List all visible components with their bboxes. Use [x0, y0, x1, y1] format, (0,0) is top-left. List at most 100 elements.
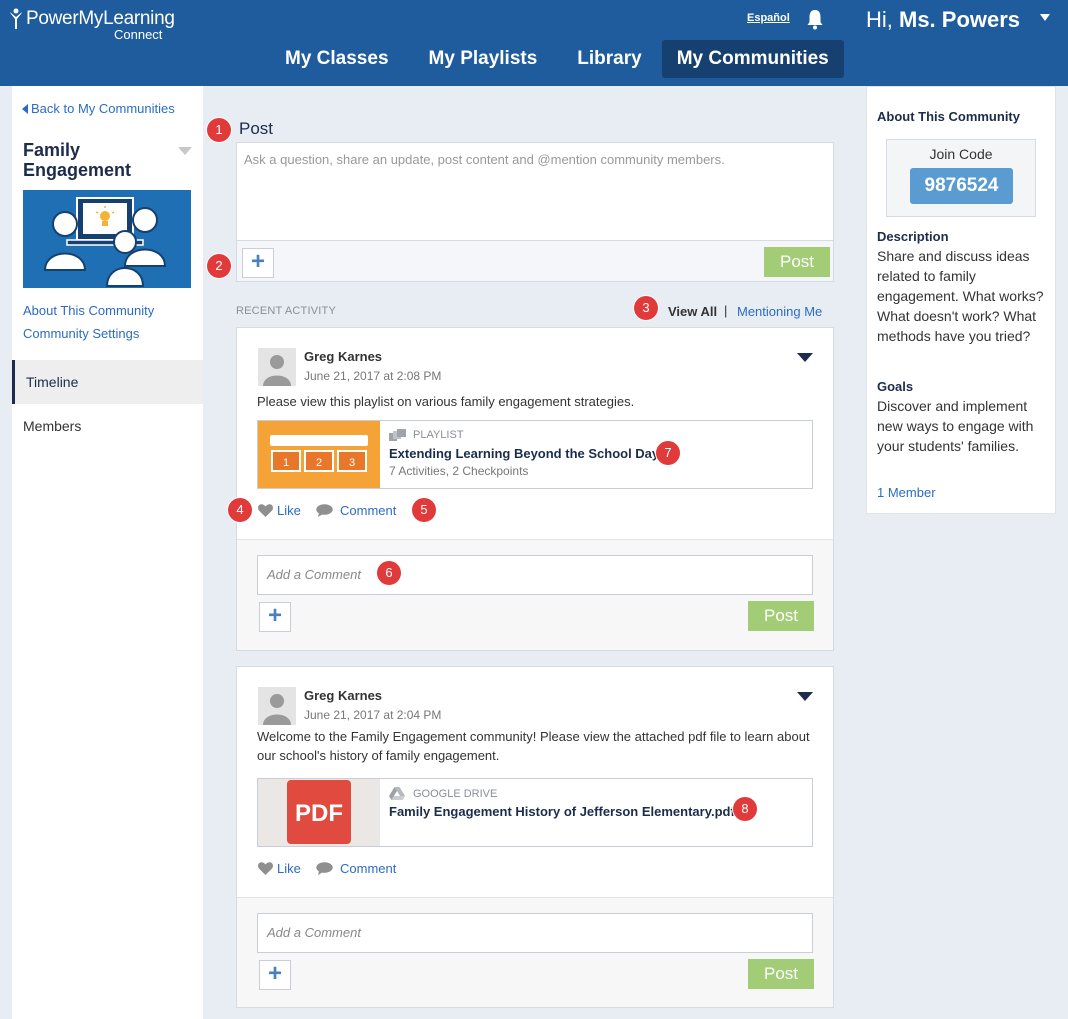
callout-badge-6: 6 [377, 561, 401, 585]
comment-section: Add a Comment + Post [237, 897, 833, 1007]
speech-bubble-icon [316, 504, 333, 517]
comment-section: Add a Comment + Post [237, 539, 833, 650]
user-placeholder-icon [263, 355, 291, 386]
attachment-title[interactable]: Family Engagement History of Jefferson E… [389, 804, 735, 819]
post-menu-caret-icon[interactable] [797, 692, 813, 701]
like-button[interactable]: Like [258, 861, 301, 876]
pdf-thumbnail: PDF [258, 779, 380, 846]
post-timestamp: June 21, 2017 at 2:08 PM [304, 369, 442, 383]
attachment-title[interactable]: Extending Learning Beyond the School Day [389, 446, 659, 461]
playlist-attachment[interactable]: 1 2 3 PLAYLIST Extending Learning Beyond… [257, 420, 813, 489]
community-settings-link[interactable]: Community Settings [23, 326, 139, 341]
comment-button[interactable]: Comment [316, 503, 396, 518]
goals-heading: Goals [877, 379, 914, 394]
nav-my-playlists[interactable]: My Playlists [409, 40, 558, 78]
nav-my-communities[interactable]: My Communities [661, 40, 844, 78]
avatar[interactable] [258, 687, 296, 725]
comment-post-button[interactable]: Post [748, 959, 814, 989]
goals-text: Discover and implement new ways to engag… [877, 398, 1034, 454]
join-code-box: Join Code 9876524 [886, 139, 1036, 217]
comment-post-button[interactable]: Post [748, 601, 814, 631]
recent-activity-label: RECENT ACTIVITY [236, 305, 336, 317]
pdf-label: PDF [295, 800, 343, 827]
about-community-link[interactable]: About This Community [23, 303, 154, 318]
user-greeting[interactable]: Hi, Ms. Powers [866, 7, 1020, 33]
logo[interactable]: PowerMyLearning Connect [8, 8, 175, 42]
post-body: Please view this playlist on various fam… [257, 394, 635, 409]
post-composer: Ask a question, share an update, post co… [236, 142, 834, 282]
post-author[interactable]: Greg Karnes [304, 688, 382, 703]
attachment-type: GOOGLE DRIVE [389, 787, 497, 800]
comment-input[interactable]: Add a Comment [257, 555, 813, 595]
callout-badge-1: 1 [207, 118, 231, 142]
comment-attach-button[interactable]: + [259, 960, 291, 990]
comment-button[interactable]: Comment [316, 861, 396, 876]
description-text: Share and discuss ideas related to famil… [877, 248, 1044, 344]
add-attachment-button[interactable]: + [242, 248, 274, 278]
comment-input[interactable]: Add a Comment [257, 913, 813, 953]
logo-figure-icon [10, 8, 22, 29]
main-nav: My Classes My Playlists Library My Commu… [265, 40, 844, 78]
filter-separator: | [724, 303, 728, 318]
user-name: Ms. Powers [899, 7, 1021, 32]
post-button[interactable]: Post [764, 247, 830, 277]
playlist-thumbnail: 1 2 3 [258, 421, 380, 488]
post-body: Welcome to the Family Engagement communi… [257, 729, 810, 763]
nav-library[interactable]: Library [557, 40, 661, 78]
nav-my-classes[interactable]: My Classes [265, 40, 409, 78]
language-link[interactable]: Español [747, 12, 790, 24]
like-label: Like [277, 503, 301, 518]
join-code-label: Join Code [929, 146, 993, 162]
community-image [23, 190, 191, 288]
post-menu-caret-icon[interactable] [797, 353, 813, 362]
attachment-type-label: GOOGLE DRIVE [413, 787, 498, 800]
post-card: Greg Karnes June 21, 2017 at 2:04 PM Wel… [236, 666, 834, 1008]
sidebar-item-timeline[interactable]: Timeline [12, 360, 203, 404]
about-community-panel: About This Community Join Code 9876524 D… [866, 86, 1056, 514]
post-timestamp: June 21, 2017 at 2:04 PM [304, 708, 442, 722]
member-count-link[interactable]: 1 Member [877, 485, 936, 500]
back-to-communities-link[interactable]: Back to My Communities [22, 101, 175, 116]
speech-bubble-icon [316, 862, 333, 875]
playlist-icon [389, 429, 406, 441]
attachment-type-label: PLAYLIST [413, 429, 464, 441]
comment-label: Comment [340, 503, 397, 518]
user-placeholder-icon [263, 694, 291, 725]
greeting-prefix: Hi, [866, 7, 899, 32]
callout-badge-7: 7 [656, 441, 680, 465]
playlist-step-1: 1 [283, 457, 289, 469]
playlist-step-2: 2 [316, 457, 322, 469]
like-label: Like [277, 861, 301, 876]
about-panel-title: About This Community [877, 109, 1020, 124]
comment-label: Comment [340, 861, 397, 876]
community-title: Family Engagement [23, 140, 132, 180]
callout-badge-2: 2 [207, 254, 231, 278]
community-menu-caret-icon[interactable] [178, 147, 192, 155]
attachment-subtitle: 7 Activities, 2 Checkpoints [389, 464, 529, 478]
heart-icon [258, 862, 273, 875]
callout-badge-8: 8 [733, 797, 757, 821]
composer-label: Post [239, 119, 274, 138]
join-code-value[interactable]: 9876524 [910, 168, 1013, 204]
bell-icon[interactable] [806, 8, 824, 30]
back-arrow-icon [22, 103, 28, 114]
user-menu-caret-icon[interactable] [1040, 14, 1050, 21]
google-drive-icon [389, 787, 405, 800]
left-sidebar: Back to My Communities Family Engagement… [12, 86, 203, 1019]
view-all-filter[interactable]: View All [668, 304, 717, 319]
description-heading: Description [877, 229, 949, 244]
drive-attachment[interactable]: PDF GOOGLE DRIVE Family Engagement Histo… [257, 778, 813, 847]
post-textarea[interactable]: Ask a question, share an update, post co… [237, 143, 833, 241]
heart-icon [258, 504, 273, 517]
back-link-label: Back to My Communities [31, 101, 175, 116]
post-author[interactable]: Greg Karnes [304, 349, 382, 364]
attachment-type: PLAYLIST [389, 429, 464, 441]
playlist-step-3: 3 [349, 457, 355, 469]
comment-attach-button[interactable]: + [259, 602, 291, 632]
avatar[interactable] [258, 348, 296, 386]
like-button[interactable]: Like [258, 503, 301, 518]
logo-sub-text: Connect [114, 27, 163, 42]
callout-badge-4: 4 [228, 498, 252, 522]
sidebar-item-members[interactable]: Members [12, 404, 203, 448]
mentioning-me-filter[interactable]: Mentioning Me [737, 304, 822, 319]
